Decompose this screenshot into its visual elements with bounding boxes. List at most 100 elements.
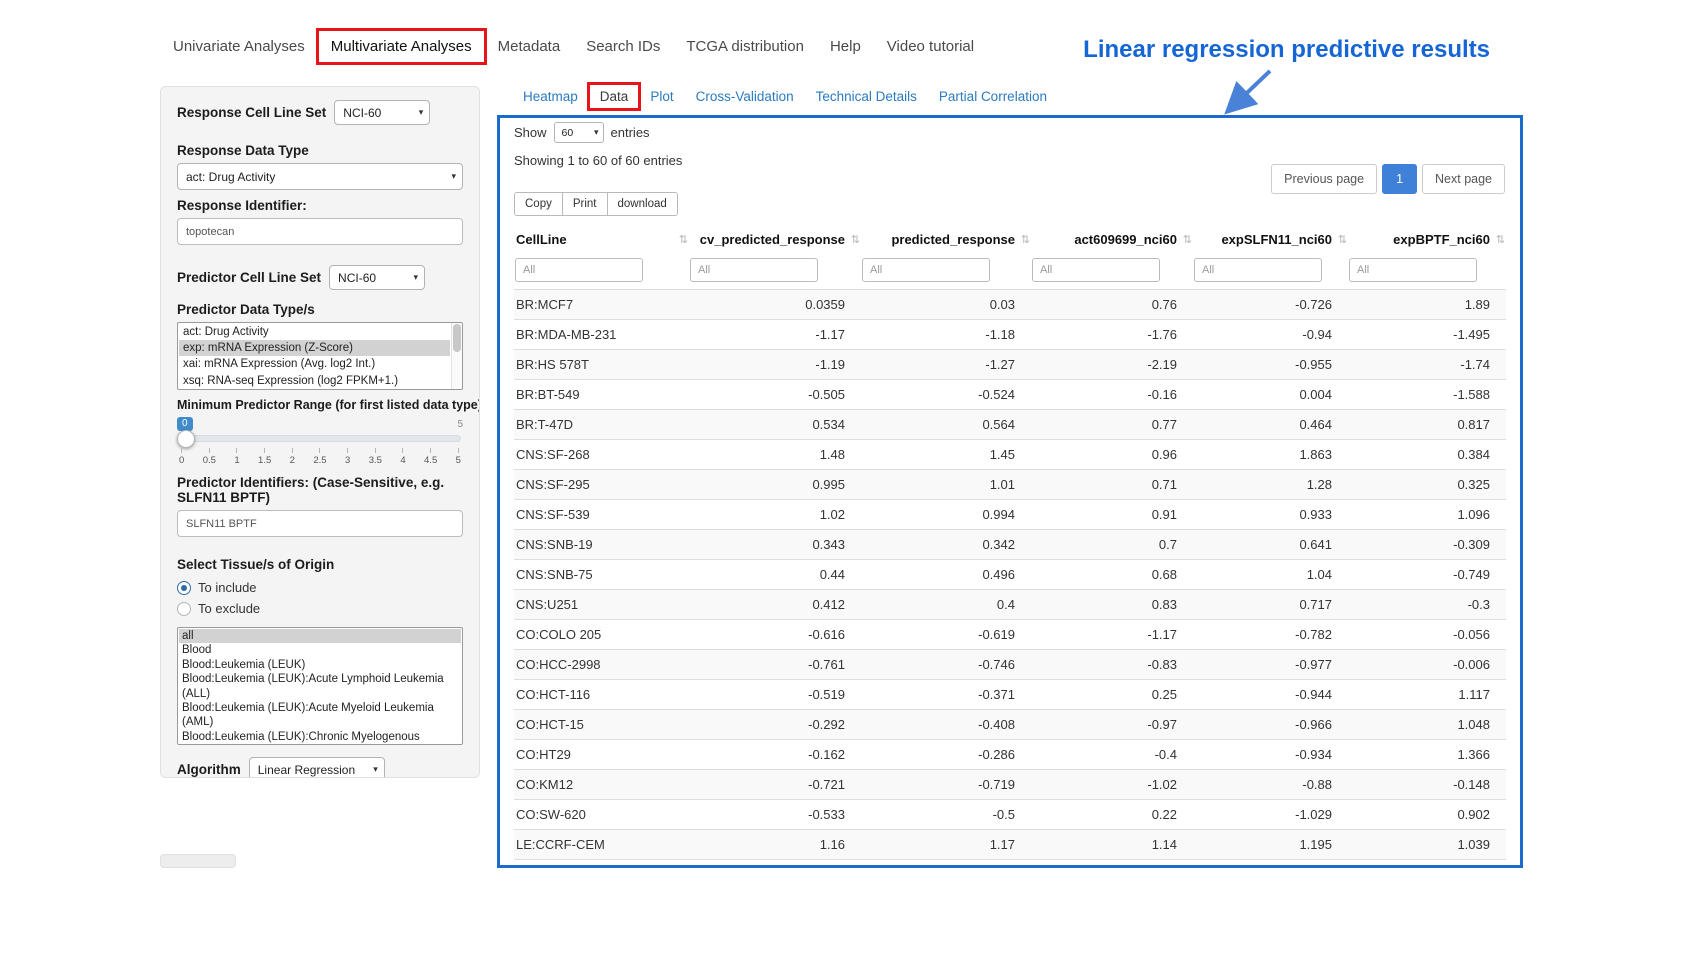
min-predictor-range-slider[interactable]: 0 5 00.511.522.533.544.55 bbox=[177, 417, 463, 469]
option-xai-mrna-expression-avg-log2-int[interactable]: xai: mRNA Expression (Avg. log2 Int.) bbox=[179, 356, 450, 372]
table-row: CO:COLO 205-0.616-0.619-1.17-0.782-0.056 bbox=[514, 620, 1506, 650]
nav-item-metadata[interactable]: Metadata bbox=[485, 30, 574, 63]
numeric-value: 0.03 bbox=[861, 290, 1031, 320]
option-act-drug-activity[interactable]: act: Drug Activity bbox=[179, 324, 450, 340]
filter-input-expslfn11-nci60[interactable] bbox=[1194, 258, 1322, 282]
filter-input-cellline[interactable] bbox=[515, 258, 643, 282]
option-all[interactable]: all bbox=[179, 629, 461, 643]
tab-plot[interactable]: Plot bbox=[639, 84, 684, 109]
nav-item-multivariate-analyses[interactable]: Multivariate Analyses bbox=[318, 30, 485, 63]
response-identifier-input[interactable] bbox=[177, 218, 463, 245]
radio-to-include[interactable]: To include bbox=[177, 577, 463, 598]
radio-to-exclude[interactable]: To exclude bbox=[177, 598, 463, 619]
filter-input-expbptf-nci60[interactable] bbox=[1349, 258, 1477, 282]
nav-item-video-tutorial[interactable]: Video tutorial bbox=[874, 30, 987, 63]
option-blood[interactable]: Blood bbox=[179, 643, 461, 657]
column-header-expbptf-nci60[interactable]: expBPTF_nci60⇅ bbox=[1348, 224, 1506, 255]
radio-selected-icon bbox=[177, 581, 191, 595]
numeric-value: 1.117 bbox=[1348, 680, 1506, 710]
cell-line-value: BR:BT-549 bbox=[514, 380, 689, 410]
nav-item-search-ids[interactable]: Search IDs bbox=[573, 30, 673, 63]
table-row: BR:MDA-MB-231-1.17-1.18-1.76-0.94-1.495 bbox=[514, 320, 1506, 350]
table-row: CNS:SF-2950.9951.010.711.280.325 bbox=[514, 470, 1506, 500]
tab-heatmap[interactable]: Heatmap bbox=[512, 84, 589, 109]
entries-select[interactable]: 60 ▾ bbox=[554, 122, 604, 143]
column-header-act609699-nci60[interactable]: act609699_nci60⇅ bbox=[1031, 224, 1193, 255]
filter-input-cv-predicted-response[interactable] bbox=[690, 258, 818, 282]
copy-button[interactable]: Copy bbox=[514, 192, 563, 216]
top-nav: Univariate AnalysesMultivariate Analyses… bbox=[160, 30, 987, 63]
response-cell-line-set-select[interactable]: NCI-60 ▾ bbox=[334, 100, 430, 125]
numeric-value: 0.641 bbox=[1193, 530, 1348, 560]
numeric-value: -0.619 bbox=[861, 620, 1031, 650]
tab-partial-correlation[interactable]: Partial Correlation bbox=[928, 84, 1058, 109]
option-blood-leukemia-leuk[interactable]: Blood:Leukemia (LEUK) bbox=[179, 658, 461, 672]
numeric-value: -0.721 bbox=[689, 770, 861, 800]
numeric-value: -0.749 bbox=[1348, 560, 1506, 590]
numeric-value: 1.863 bbox=[1193, 440, 1348, 470]
tab-data[interactable]: Data bbox=[589, 84, 640, 109]
scrollbar[interactable] bbox=[451, 323, 462, 389]
download-button[interactable]: download bbox=[607, 192, 678, 216]
cell-line-value: CNS:SF-295 bbox=[514, 470, 689, 500]
table-row: CNS:SF-5391.020.9940.910.9331.096 bbox=[514, 500, 1506, 530]
nav-item-univariate-analyses[interactable]: Univariate Analyses bbox=[160, 30, 318, 63]
page-1-button[interactable]: 1 bbox=[1382, 164, 1417, 194]
numeric-value: 0.934 bbox=[861, 860, 1031, 869]
numeric-value: -0.944 bbox=[1193, 680, 1348, 710]
numeric-value: -0.519 bbox=[689, 680, 861, 710]
app: Univariate AnalysesMultivariate Analyses… bbox=[0, 0, 1700, 956]
numeric-value: 1.048 bbox=[1348, 710, 1506, 740]
numeric-value: 1.04 bbox=[1193, 560, 1348, 590]
option-exp-mrna-expression-z-score[interactable]: exp: mRNA Expression (Z-Score) bbox=[179, 340, 450, 356]
nav-item-tcga-distribution[interactable]: TCGA distribution bbox=[673, 30, 817, 63]
numeric-value: -1.19 bbox=[689, 350, 861, 380]
table-row: CO:HCT-116-0.519-0.3710.25-0.9441.117 bbox=[514, 680, 1506, 710]
algorithm-select[interactable]: Linear Regression ▾ bbox=[249, 757, 385, 778]
column-header-cellline[interactable]: CellLine⇅ bbox=[514, 224, 689, 255]
numeric-value: -1.17 bbox=[689, 320, 861, 350]
option-blood-leukemia-leuk-acute-lymphoid-leukemia-all[interactable]: Blood:Leukemia (LEUK):Acute Lymphoid Leu… bbox=[179, 672, 461, 701]
numeric-value: -1.27 bbox=[861, 350, 1031, 380]
numeric-value: 1.096 bbox=[1348, 500, 1506, 530]
slider-track[interactable] bbox=[179, 435, 461, 442]
numeric-value: 1.14 bbox=[1031, 830, 1193, 860]
filter-input-predicted-response[interactable] bbox=[862, 258, 990, 282]
option-blood-leukemia-leuk-acute-myeloid-leukemia-aml[interactable]: Blood:Leukemia (LEUK):Acute Myeloid Leuk… bbox=[179, 701, 461, 730]
chevron-down-icon: ▾ bbox=[594, 127, 599, 138]
option-blood-leukemia-leuk-chronic-myelogenous-leukemia-cml[interactable]: Blood:Leukemia (LEUK):Chronic Myelogenou… bbox=[179, 730, 461, 745]
column-header-predicted-response[interactable]: predicted_response⇅ bbox=[861, 224, 1031, 255]
option-xsq-rna-seq-expression-log2-fpkm-1[interactable]: xsq: RNA-seq Expression (log2 FPKM+1.) bbox=[179, 373, 450, 389]
chevron-down-icon: ▾ bbox=[419, 107, 424, 118]
scrollbar-thumb[interactable] bbox=[453, 324, 461, 352]
predictor-cell-line-set-select[interactable]: NCI-60 ▾ bbox=[329, 265, 425, 290]
tab-cross-validation[interactable]: Cross-Validation bbox=[685, 84, 805, 109]
numeric-value: -0.977 bbox=[1193, 650, 1348, 680]
slider-tick-5: 5 bbox=[456, 448, 461, 466]
nav-item-help[interactable]: Help bbox=[817, 30, 874, 63]
next-page-button[interactable]: Next page bbox=[1422, 164, 1505, 194]
table-row: CNS:SNB-190.3430.3420.70.641-0.309 bbox=[514, 530, 1506, 560]
annotation-arrow-icon bbox=[1212, 66, 1282, 120]
slider-tick-2: 2 bbox=[290, 448, 295, 466]
response-data-type-select[interactable]: act: Drug Activity ▾ bbox=[177, 163, 463, 190]
numeric-value: -0.616 bbox=[689, 620, 861, 650]
cell-line-value: CNS:SNB-19 bbox=[514, 530, 689, 560]
cell-line-value: BR:HS 578T bbox=[514, 350, 689, 380]
numeric-value: -0.371 bbox=[861, 680, 1031, 710]
predictor-data-types-listbox[interactable]: act: Drug Activityexp: mRNA Expression (… bbox=[177, 322, 463, 390]
numeric-value: -1.18 bbox=[861, 320, 1031, 350]
sort-icon: ⇅ bbox=[1338, 233, 1347, 246]
tab-technical-details[interactable]: Technical Details bbox=[805, 84, 928, 109]
slider-handle[interactable] bbox=[177, 430, 195, 448]
predictor-identifiers-input[interactable] bbox=[177, 510, 463, 537]
table-row: BR:BT-549-0.505-0.524-0.160.004-1.588 bbox=[514, 380, 1506, 410]
column-header-expslfn11-nci60[interactable]: expSLFN11_nci60⇅ bbox=[1193, 224, 1348, 255]
print-button[interactable]: Print bbox=[562, 192, 608, 216]
filter-input-act609699-nci60[interactable] bbox=[1032, 258, 1160, 282]
previous-page-button[interactable]: Previous page bbox=[1271, 164, 1377, 194]
column-header-cv-predicted-response[interactable]: cv_predicted_response⇅ bbox=[689, 224, 861, 255]
tissue-listbox[interactable]: allBloodBlood:Leukemia (LEUK)Blood:Leuke… bbox=[177, 627, 463, 745]
table-row: CNS:SNB-750.440.4960.681.04-0.749 bbox=[514, 560, 1506, 590]
sort-icon: ⇅ bbox=[1021, 233, 1030, 246]
